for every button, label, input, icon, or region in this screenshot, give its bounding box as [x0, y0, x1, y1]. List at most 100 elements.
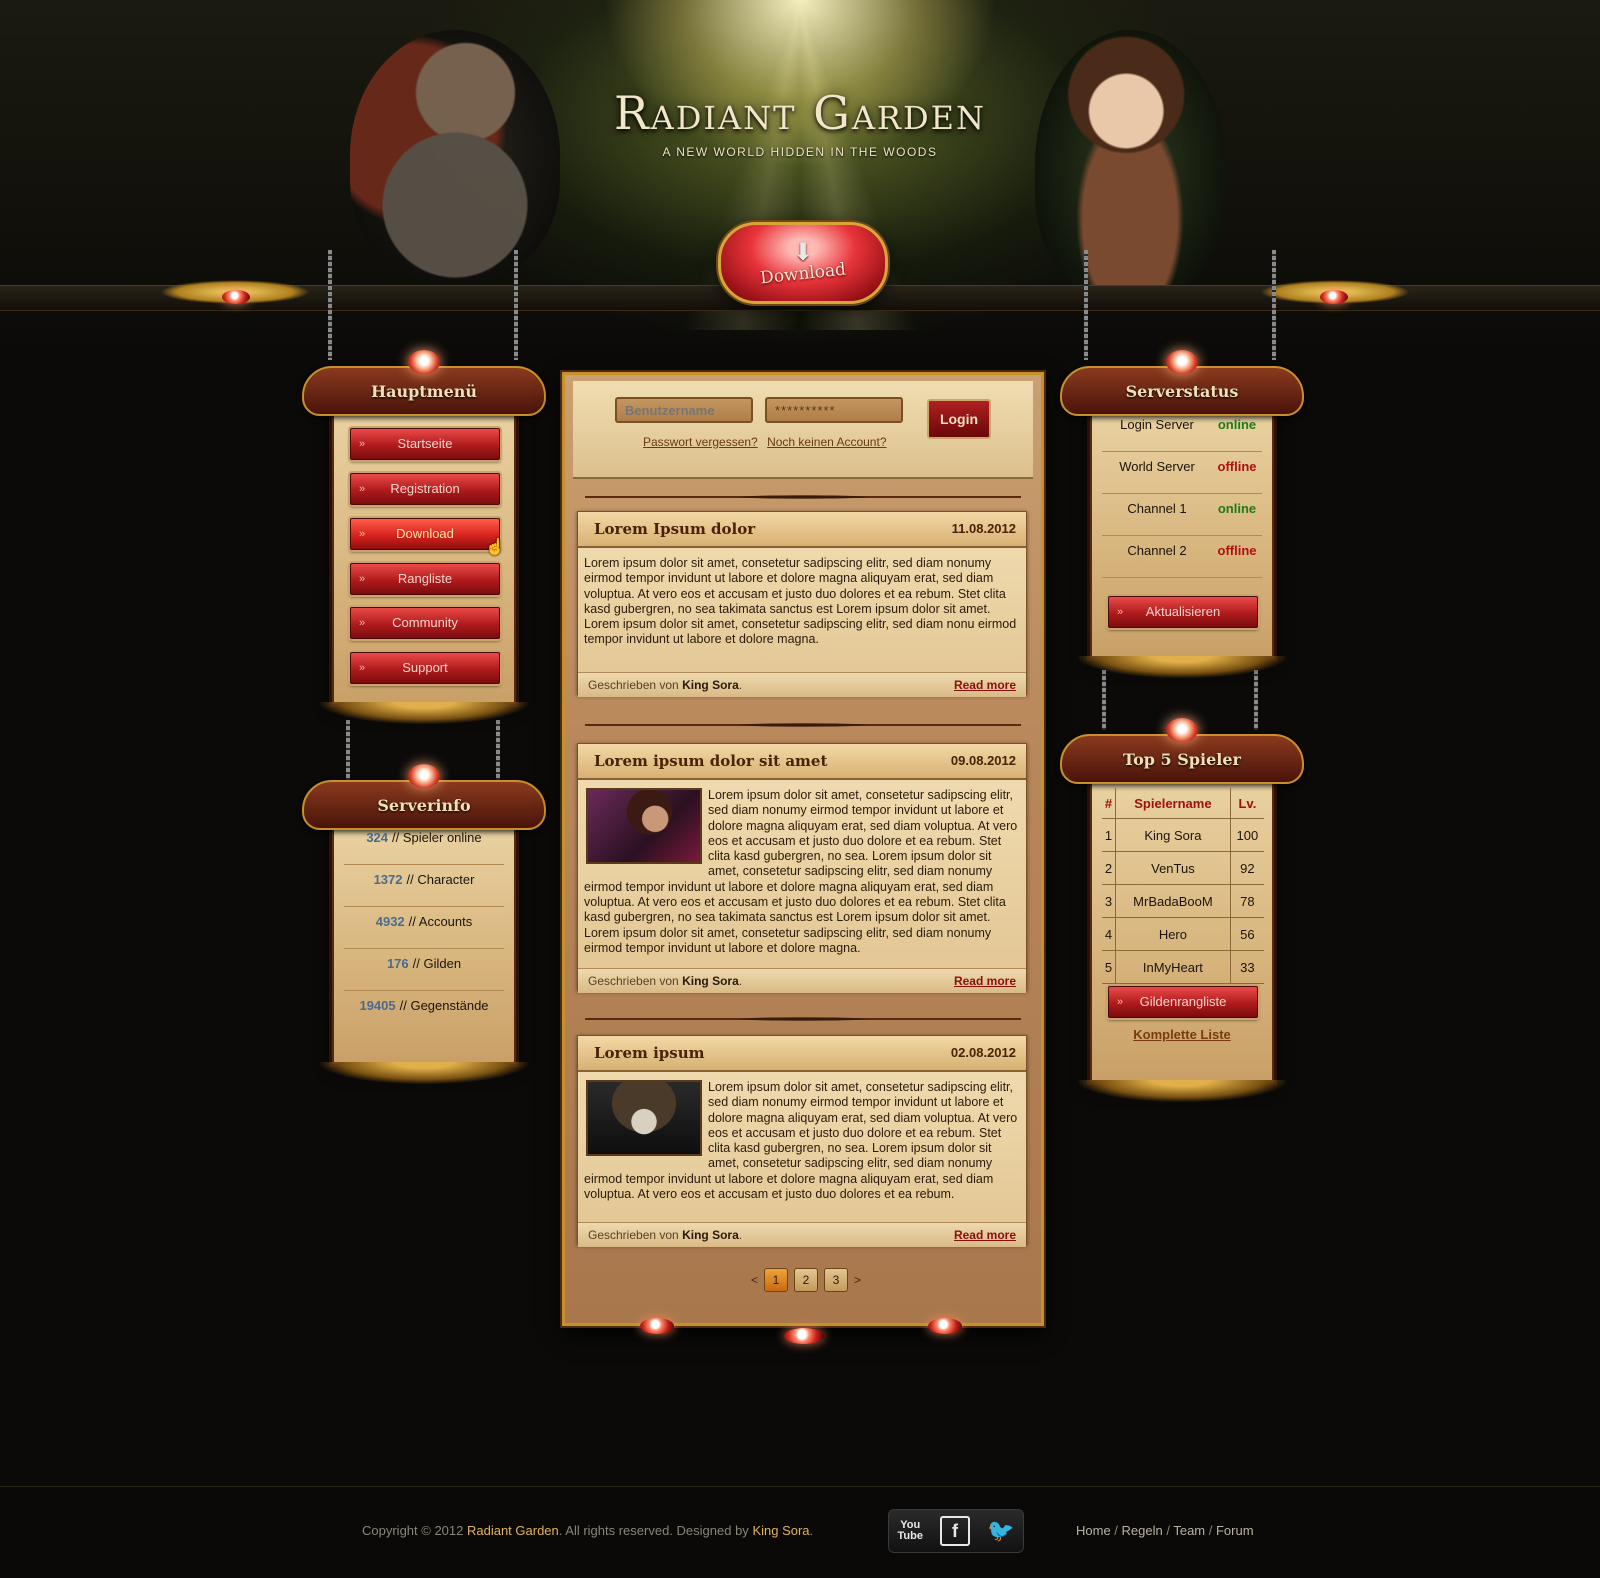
site-header: Radiant Garden A NEW WORLD HIDDEN IN THE… — [0, 0, 1600, 360]
panel-ornament — [1078, 656, 1286, 678]
menu-item-label: Support — [402, 660, 448, 675]
stat-label: // Gegenstände — [399, 998, 489, 1013]
stat-label: // Spieler online — [392, 830, 482, 845]
gem-icon — [640, 1318, 674, 1334]
player-name-cell: Hero — [1115, 917, 1231, 951]
footer-site-name[interactable]: Radiant Garden — [467, 1523, 559, 1538]
stat-value: 176 — [386, 956, 409, 971]
level-cell: 56 — [1229, 917, 1264, 951]
server-name: Login Server — [1120, 417, 1194, 432]
news-date: 11.08.2012 — [951, 521, 1016, 536]
pagination: < 1 2 3 > — [751, 1267, 861, 1293]
footer-designer[interactable]: King Sora — [752, 1523, 809, 1538]
footer-link-home[interactable]: Home — [1076, 1523, 1111, 1538]
rank-cell: 4 — [1102, 917, 1116, 951]
page-3-button[interactable]: 3 — [823, 1268, 848, 1292]
table-row[interactable]: 5 InMyHeart 33 — [1102, 950, 1264, 984]
menu-item-support[interactable]: » Support — [350, 652, 500, 684]
table-row[interactable]: 3 MrBadaBooM 78 — [1102, 884, 1264, 918]
news-title[interactable]: Lorem ipsum dolor sit amet — [594, 752, 827, 770]
copyright-end: . — [809, 1523, 814, 1538]
download-button[interactable]: ⬇ Download — [718, 222, 888, 304]
gem-icon — [408, 764, 440, 788]
news-footer: Geschrieben von King Sora. Read more — [578, 968, 1026, 993]
status-badge: offline — [1217, 543, 1257, 558]
level-cell: 78 — [1229, 884, 1264, 918]
player-name-cell: King Sora — [1115, 818, 1231, 852]
news-header: Lorem ipsum dolor sit amet 09.08.2012 — [578, 744, 1026, 780]
status-badge: offline — [1217, 459, 1257, 474]
read-more-link[interactable]: Read more — [954, 1223, 1016, 1247]
news-date: 02.08.2012 — [950, 1045, 1016, 1060]
server-status-row: World Server offline — [1102, 452, 1262, 494]
guild-ranking-button[interactable]: » Gildenrangliste — [1108, 986, 1258, 1018]
forgot-password-link[interactable]: Passwort vergessen? — [643, 435, 758, 449]
read-more-link[interactable]: Read more — [954, 969, 1016, 993]
chevron-right-icon: » — [359, 528, 366, 540]
top-players-title: Top 5 Spieler — [1123, 749, 1241, 769]
menu-item-rangliste[interactable]: » Rangliste — [350, 563, 500, 595]
refresh-button[interactable]: » Aktualisieren — [1108, 596, 1258, 628]
top-players-header: Top 5 Spieler — [1060, 718, 1304, 784]
news-title[interactable]: Lorem Ipsum dolor — [594, 520, 755, 538]
scroll-divider — [585, 719, 1021, 731]
youtube-icon[interactable]: You Tube — [898, 1520, 923, 1542]
footer-link-forum[interactable]: Forum — [1216, 1523, 1254, 1538]
server-info-row: 1372// Character — [344, 866, 504, 907]
download-button-label: Download — [759, 259, 847, 289]
server-status-panel: Serverstatus Login Server online World S… — [1060, 350, 1304, 678]
youtube-bottom-text: Tube — [897, 1530, 923, 1542]
server-info-row: 176// Gilden — [344, 950, 504, 991]
level-cell: 92 — [1229, 851, 1264, 885]
news-author: King Sora — [682, 1228, 739, 1242]
news-article: Lorem ipsum dolor sit amet 09.08.2012 Lo… — [577, 743, 1027, 993]
main-menu-title: Hauptmenü — [370, 381, 478, 401]
menu-item-registration[interactable]: » Registration — [350, 473, 500, 505]
chevron-right-icon: » — [1117, 606, 1124, 618]
social-links: You Tube f 🐦 — [888, 1509, 1024, 1553]
full-list-link[interactable]: Komplette Liste — [1133, 1027, 1231, 1042]
menu-item-community[interactable]: » Community — [350, 607, 500, 639]
news-footer: Geschrieben von King Sora. Read more — [578, 1222, 1026, 1247]
facebook-icon[interactable]: f — [940, 1516, 971, 1546]
player-name-cell: MrBadaBooM — [1115, 884, 1231, 918]
table-row[interactable]: 4 Hero 56 — [1102, 917, 1264, 951]
page-2-button[interactable]: 2 — [794, 1268, 818, 1292]
status-badge: online — [1217, 501, 1257, 516]
download-arrow-icon: ⬇ — [792, 239, 814, 266]
column-header: Lv. — [1229, 788, 1264, 819]
read-more-link[interactable]: Read more — [954, 673, 1016, 697]
chevron-right-icon: » — [359, 573, 366, 585]
panel-ornament — [1078, 1080, 1286, 1102]
server-status-title: Serverstatus — [1125, 381, 1239, 401]
stat-value: 19405 — [359, 998, 396, 1013]
menu-item-download[interactable]: » Download ☝ — [350, 518, 505, 556]
menu-item-startseite[interactable]: » Startseite — [350, 428, 500, 460]
site-footer: Copyright © 2012 Radiant Garden. All rig… — [0, 1486, 1600, 1578]
register-link[interactable]: Noch keinen Account? — [767, 435, 886, 449]
news-title[interactable]: Lorem ipsum — [594, 1044, 705, 1062]
password-input[interactable] — [765, 397, 903, 423]
table-row[interactable]: 2 VenTus 92 — [1102, 851, 1264, 885]
gem-icon — [928, 1318, 962, 1334]
server-name: World Server — [1119, 459, 1195, 474]
table-row[interactable]: 1 King Sora 100 — [1102, 818, 1264, 852]
refresh-button-label: Aktualisieren — [1145, 604, 1221, 619]
footer-link-team[interactable]: Team — [1173, 1523, 1205, 1538]
username-input[interactable] — [615, 397, 753, 423]
site-title: Radiant Garden — [613, 86, 987, 140]
prev-page-arrow[interactable]: < — [751, 1273, 758, 1287]
page-1-button[interactable]: 1 — [764, 1268, 788, 1292]
gem-icon — [784, 1328, 824, 1344]
news-text: Lorem ipsum dolor sit amet, consetetur s… — [584, 556, 1006, 616]
gem-icon — [1320, 290, 1348, 304]
news-article: Lorem Ipsum dolor 11.08.2012 Lorem ipsum… — [577, 511, 1027, 697]
chevron-right-icon: » — [359, 438, 366, 450]
next-page-arrow[interactable]: > — [854, 1273, 861, 1287]
footer-link-regeln[interactable]: Regeln — [1122, 1523, 1163, 1538]
heroine-artwork — [1035, 30, 1225, 300]
chain — [1084, 250, 1088, 360]
twitter-icon[interactable]: 🐦 — [987, 1518, 1014, 1544]
chevron-right-icon: » — [359, 662, 366, 674]
login-button[interactable]: Login — [927, 399, 991, 439]
